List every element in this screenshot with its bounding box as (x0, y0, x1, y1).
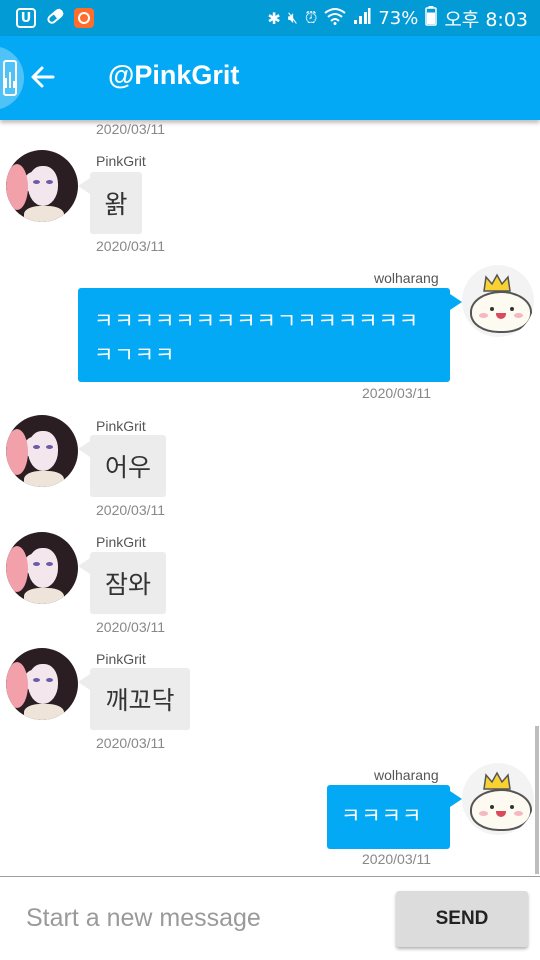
battery-percent: 73% (378, 7, 419, 29)
message-bubble[interactable]: 왉 (78, 172, 142, 234)
back-button[interactable] (26, 60, 60, 94)
message-bubble[interactable]: 어우 (78, 435, 166, 497)
message-date: 2020/03/11 (362, 851, 432, 867)
status-time: 오후 8:03 (444, 8, 528, 31)
signal-icon (353, 7, 371, 30)
avatar[interactable] (6, 415, 78, 487)
avatar[interactable] (6, 150, 78, 222)
send-button[interactable]: SEND (396, 891, 528, 947)
battery-icon (425, 5, 438, 31)
message-sender: wolharang (374, 767, 439, 783)
message-date: 2020/03/11 (96, 121, 166, 137)
wifi-icon (324, 7, 346, 30)
message-sender: PinkGrit (96, 153, 146, 169)
scrollbar[interactable] (535, 726, 539, 874)
mute-icon: 🔇︎ (287, 8, 298, 27)
message-sender: PinkGrit (96, 534, 146, 550)
status-left-icons: U (16, 5, 94, 31)
message-composer: SEND (0, 876, 540, 960)
message-bubble[interactable]: ㅋㅋㅋㅋㅋㅋㅋㅋㅋㄱㅋㅋㅋㅋㅋㅋㅋㄱㅋㅋ (78, 288, 462, 382)
message-date: 2020/03/11 (96, 735, 166, 751)
message-item: PinkGrit 왉 2020/03/11 (0, 150, 540, 260)
message-item: PinkGrit 잠와 2020/03/11 (0, 532, 540, 642)
avatar[interactable] (462, 265, 534, 337)
edge-panel-icon (3, 60, 17, 96)
message-date: 2020/03/11 (96, 238, 166, 254)
message-bubble[interactable]: 깨꼬닥 (78, 668, 190, 730)
message-item: wolharang ㅋㅋㅋㅋㅋㅋㅋㅋㅋㄱㅋㅋㅋㅋㅋㅋㅋㄱㅋㅋ 2020/03/1… (0, 265, 540, 405)
message-bubble[interactable]: ㅋㅋㅋㅋ (327, 785, 462, 849)
message-item: wolharang ㅋㅋㅋㅋ 2020/03/11 (0, 763, 540, 873)
message-item: 2020/03/11 (0, 120, 540, 140)
status-bar: U ✱ 🔇︎ ⏰︎ 73% 오후 8:03 (0, 0, 540, 36)
edge-panel-handle[interactable] (0, 46, 24, 110)
page-title: @PinkGrit (108, 60, 240, 90)
avatar[interactable] (6, 648, 78, 720)
message-item: PinkGrit 깨꼬닥 2020/03/11 (0, 648, 540, 758)
message-date: 2020/03/11 (362, 385, 432, 401)
app-u-icon: U (16, 8, 36, 28)
avatar[interactable] (6, 532, 78, 604)
message-sender: wolharang (374, 270, 439, 286)
message-list[interactable]: 2020/03/11 PinkGrit 왉 2020/03/11 wolhara… (0, 120, 540, 876)
alarm-icon: ⏰︎ (304, 8, 318, 27)
camera-app-icon (74, 8, 94, 28)
message-date: 2020/03/11 (96, 619, 166, 635)
message-item: PinkGrit 어우 2020/03/11 (0, 415, 540, 525)
pill-icon (44, 5, 66, 31)
message-bubble[interactable]: 잠와 (78, 552, 166, 614)
avatar[interactable] (462, 763, 534, 835)
app-bar: @PinkGrit (0, 36, 540, 120)
message-date: 2020/03/11 (96, 502, 166, 518)
message-sender: PinkGrit (96, 418, 146, 434)
message-sender: PinkGrit (96, 651, 146, 667)
bluetooth-icon: ✱ (267, 8, 281, 28)
message-input[interactable] (24, 897, 368, 939)
arrow-left-icon (31, 66, 55, 88)
status-right-icons: ✱ 🔇︎ ⏰︎ 73% 오후 8:03 (267, 5, 528, 32)
